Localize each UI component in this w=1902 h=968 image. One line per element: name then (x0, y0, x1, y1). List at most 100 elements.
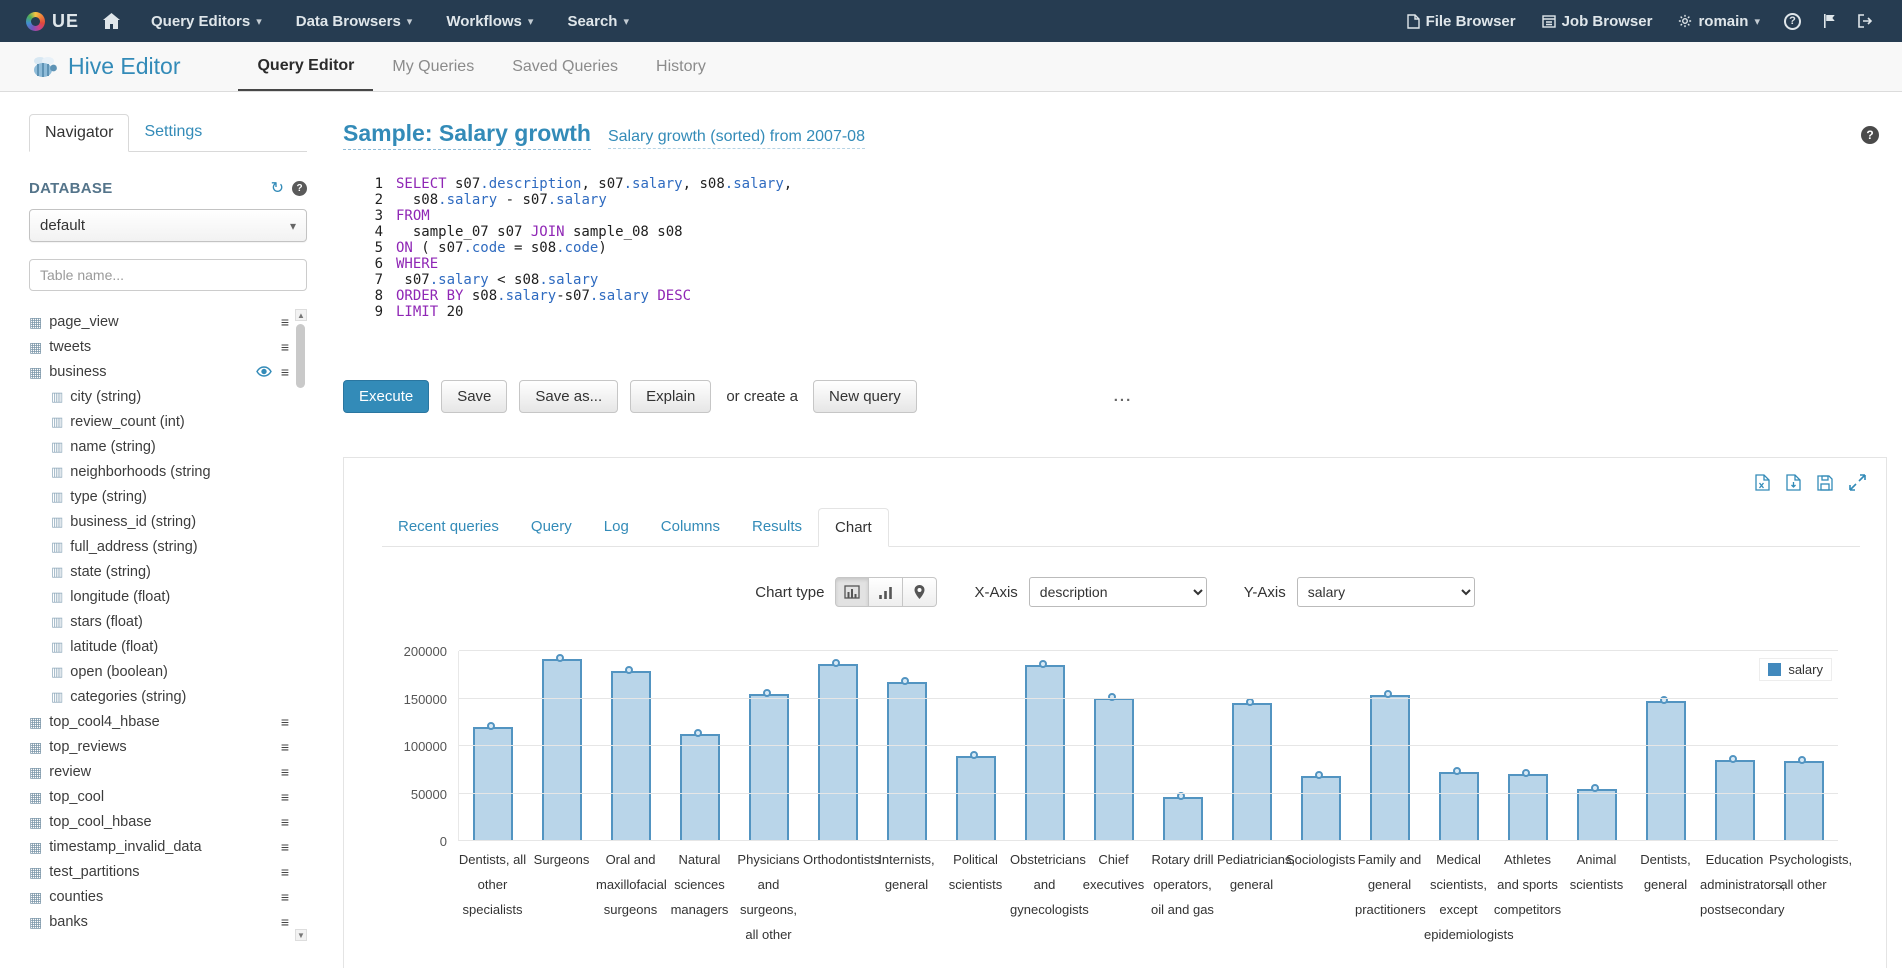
menu-query-editors[interactable]: Query Editors▾ (134, 0, 279, 42)
table-menu-icon[interactable]: ≡ (281, 340, 289, 354)
table-row-top-cool[interactable]: ▦top_cool≡ (29, 784, 289, 809)
help-button[interactable]: ? (1773, 0, 1812, 42)
result-tab-log[interactable]: Log (588, 508, 645, 547)
bar-chart-type-button[interactable] (835, 577, 869, 607)
result-tab-recent-queries[interactable]: Recent queries (382, 508, 515, 547)
column-row-full-address[interactable]: ▥full_address (string) (29, 534, 289, 559)
scroll-up-icon[interactable]: ▲ (295, 309, 307, 321)
column-row-longitude[interactable]: ▥longitude (float) (29, 584, 289, 609)
execute-button[interactable]: Execute (343, 380, 429, 413)
table-menu-icon[interactable]: ≡ (281, 790, 289, 804)
table-menu-icon[interactable]: ≡ (281, 815, 289, 829)
table-menu-icon[interactable]: ≡ (281, 315, 289, 329)
column-icon: ▥ (51, 690, 63, 703)
more-actions[interactable]: ... (1114, 388, 1133, 405)
result-tab-query[interactable]: Query (515, 508, 588, 547)
file-browser-link[interactable]: File Browser (1394, 0, 1529, 42)
bar-slot (1424, 772, 1493, 841)
table-menu-icon[interactable]: ≡ (281, 865, 289, 879)
chart-type-label: Chart type (755, 584, 824, 601)
menu-data-browsers[interactable]: Data Browsers▾ (279, 0, 430, 42)
result-tab-columns[interactable]: Columns (645, 508, 736, 547)
hive-editor-title[interactable]: Hive Editor (29, 42, 180, 91)
save-results-button[interactable] (1817, 475, 1833, 491)
tab-my-queries[interactable]: My Queries (373, 42, 493, 91)
table-filter-input[interactable] (29, 259, 307, 291)
column-row-categories[interactable]: ▥categories (string) (29, 684, 289, 709)
column-row-type[interactable]: ▥type (string) (29, 484, 289, 509)
column-row-name[interactable]: ▥name (string) (29, 434, 289, 459)
table-row-review[interactable]: ▦review≡ (29, 759, 289, 784)
table-menu-icon[interactable]: ≡ (281, 890, 289, 904)
column-row-stars[interactable]: ▥stars (float) (29, 609, 289, 634)
menu-workflows[interactable]: Workflows▾ (429, 0, 550, 42)
result-tab-results[interactable]: Results (736, 508, 818, 547)
result-tab-chart[interactable]: Chart (818, 508, 889, 547)
expand-icon (1849, 474, 1866, 491)
save-button[interactable]: Save (441, 380, 507, 413)
table-menu-icon[interactable]: ≡ (281, 765, 289, 779)
database-help-icon[interactable]: ? (292, 181, 307, 196)
table-row-banks[interactable]: ▦banks≡ (29, 909, 289, 934)
refresh-icon[interactable]: ↻ (271, 181, 284, 197)
bar-marker (970, 751, 978, 759)
table-menu-icon[interactable]: ≡ (281, 915, 289, 929)
y-axis-select[interactable]: salary (1297, 577, 1475, 607)
table-row-timestamp-invalid-data[interactable]: ▦timestamp_invalid_data≡ (29, 834, 289, 859)
home-button[interactable] (89, 0, 134, 42)
logout-button[interactable] (1847, 0, 1884, 42)
database-select[interactable]: default ▾ (29, 209, 307, 242)
table-menu-icon[interactable]: ≡ (281, 365, 289, 379)
table-row-top-reviews[interactable]: ▦top_reviews≡ (29, 734, 289, 759)
table-row-tweets[interactable]: ▦tweets≡ (29, 334, 289, 359)
menu-search[interactable]: Search▾ (550, 0, 646, 42)
download-csv-button[interactable] (1786, 474, 1801, 491)
table-row-test-partitions[interactable]: ▦test_partitions≡ (29, 859, 289, 884)
bar-marker (1522, 769, 1530, 777)
save-as-button[interactable]: Save as... (519, 380, 618, 413)
table-row-top-cool4-hbase[interactable]: ▦top_cool4_hbase≡ (29, 709, 289, 734)
table-row-page-view[interactable]: ▦page_view≡ (29, 309, 289, 334)
table-row-business[interactable]: ▦business≡ (29, 359, 289, 384)
table-menu-icon[interactable]: ≡ (281, 840, 289, 854)
map-chart-type-button[interactable] (903, 577, 937, 607)
table-row-counties[interactable]: ▦counties≡ (29, 884, 289, 909)
column-row-business-id[interactable]: ▥business_id (string) (29, 509, 289, 534)
query-subtitle-link[interactable]: Salary growth (sorted) from 2007-08 (608, 128, 865, 149)
sidebar-tab-navigator[interactable]: Navigator (29, 114, 129, 152)
sql-editor[interactable]: 123456789 SELECT s07.description, s07.sa… (343, 176, 1887, 354)
table-name: top_cool4_hbase (49, 714, 159, 730)
query-title[interactable]: Sample: Salary growth (343, 120, 591, 150)
sidebar-scrollbar[interactable]: ▲ ▼ (295, 309, 307, 941)
table-menu-icon[interactable]: ≡ (281, 740, 289, 754)
explain-button[interactable]: Explain (630, 380, 711, 413)
y-tick-label: 150000 (383, 692, 447, 707)
download-xls-button[interactable] (1755, 474, 1770, 491)
eye-icon[interactable] (256, 366, 272, 377)
scrollbar-thumb[interactable] (296, 324, 305, 388)
job-browser-link[interactable]: Job Browser (1529, 0, 1666, 42)
column-row-state[interactable]: ▥state (string) (29, 559, 289, 584)
scroll-down-icon[interactable]: ▼ (295, 929, 307, 941)
column-row-review-count[interactable]: ▥review_count (int) (29, 409, 289, 434)
table-menu-icon[interactable]: ≡ (281, 715, 289, 729)
column-row-city[interactable]: ▥city (string) (29, 384, 289, 409)
column-row-open[interactable]: ▥open (boolean) (29, 659, 289, 684)
table-row-top-cool-hbase[interactable]: ▦top_cool_hbase≡ (29, 809, 289, 834)
file-browser-label: File Browser (1426, 13, 1516, 30)
tab-query-editor[interactable]: Query Editor (238, 42, 373, 91)
tab-saved-queries[interactable]: Saved Queries (493, 42, 637, 91)
column-row-neighborhoods[interactable]: ▥neighborhoods (string (29, 459, 289, 484)
hue-logo[interactable]: UE (26, 11, 79, 32)
tab-history[interactable]: History (637, 42, 725, 91)
chart-legend[interactable]: salary (1759, 658, 1832, 681)
new-query-button[interactable]: New query (813, 380, 917, 413)
x-axis-select[interactable]: description (1029, 577, 1207, 607)
feedback-button[interactable] (1812, 0, 1847, 42)
bars-chart-type-button[interactable] (869, 577, 903, 607)
sidebar-tab-settings[interactable]: Settings (129, 114, 217, 152)
column-row-latitude[interactable]: ▥latitude (float) (29, 634, 289, 659)
expand-results-button[interactable] (1849, 474, 1866, 491)
user-menu[interactable]: romain ▾ (1665, 0, 1773, 42)
query-help-button[interactable]: ? (1861, 126, 1879, 144)
